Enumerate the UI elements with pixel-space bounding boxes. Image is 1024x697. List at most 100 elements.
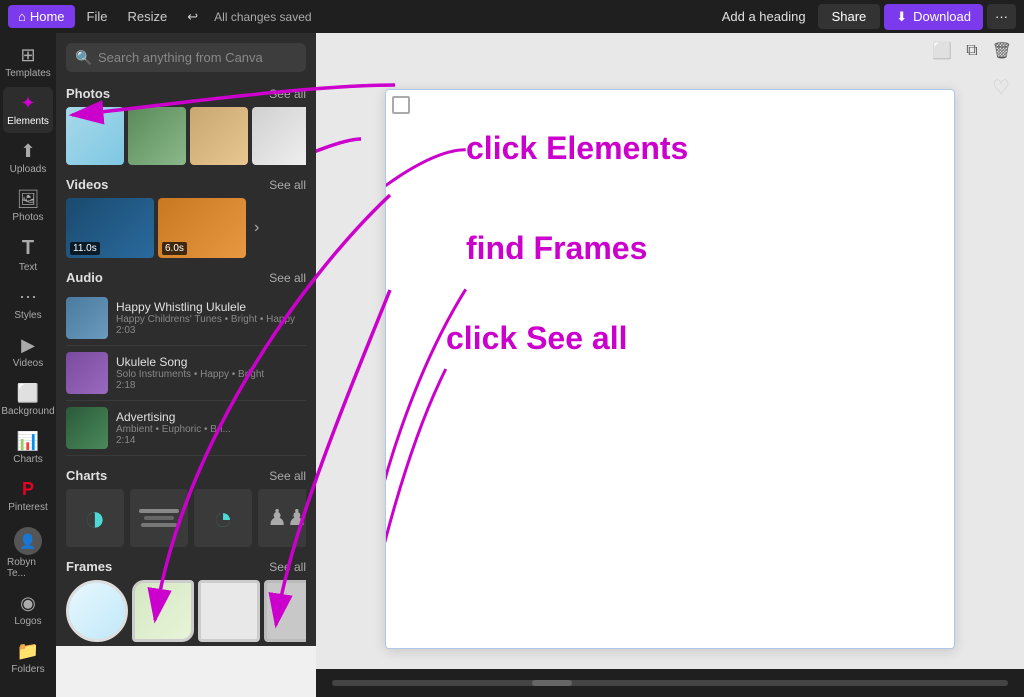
home-button[interactable]: ⌂ Home [8, 5, 75, 28]
sidebar-label-videos: Videos [13, 358, 43, 369]
photo-thumb-3[interactable] [190, 107, 248, 165]
audio-item-1[interactable]: Happy Whistling Ukulele Happy Childrens'… [66, 291, 306, 346]
frame-thumb-2[interactable] [132, 580, 194, 642]
canvas-page[interactable]: click Elements find Frames click See all [385, 89, 955, 649]
canvas-page-checkbox[interactable] [392, 96, 410, 114]
panel-wrapper: 🔍 Photos See all › [56, 33, 316, 697]
annotation-arrows-svg [386, 90, 954, 648]
canvas-export-button[interactable]: ⬜ [928, 39, 956, 63]
audio-title-1: Happy Whistling Ukulele [116, 300, 306, 314]
file-button[interactable]: File [79, 5, 116, 28]
sidebar-item-photos[interactable]: 🖼 Photos [3, 183, 53, 229]
videos-icon: ▶ [21, 335, 35, 356]
audio-item-2[interactable]: Ukulele Song Solo Instruments • Happy • … [66, 346, 306, 401]
scroll-thumb [532, 680, 572, 686]
sidebar-label-elements: Elements [7, 116, 49, 127]
audio-see-all[interactable]: See all [269, 271, 306, 285]
audio-title-3: Advertising [116, 410, 306, 424]
photos-see-all[interactable]: See all [269, 87, 306, 101]
sidebar-item-pinterest[interactable]: P Pinterest [3, 473, 53, 519]
undo-button[interactable]: ↩ [179, 5, 206, 29]
frames-section: Frames See all › [56, 551, 316, 646]
annotation-click-elements: click Elements [466, 130, 688, 167]
share-button[interactable]: Share [818, 4, 881, 29]
sidebar-item-text[interactable]: T Text [3, 231, 53, 279]
audio-thumb-1 [66, 297, 108, 339]
frames-see-all[interactable]: See all [269, 560, 306, 574]
sidebar-item-styles[interactable]: ⋯ Styles [3, 281, 53, 327]
sidebar-item-logos[interactable]: ◉ Logos [3, 587, 53, 633]
sidebar-label-robyn: Robyn Te... [7, 557, 49, 579]
frame-thumb-1[interactable] [66, 580, 128, 642]
videos-grid: 11.0s 6.0s › [66, 198, 306, 258]
chart-thumb-3[interactable]: ◔ [194, 489, 252, 547]
uploads-icon: ⬆ [20, 141, 35, 162]
add-heading-button[interactable]: Add a heading [714, 5, 814, 28]
videos-see-all[interactable]: See all [269, 178, 306, 192]
sidebar-label-text: Text [19, 262, 37, 273]
top-nav: ⌂ Home File Resize ↩ All changes saved A… [0, 0, 1024, 33]
videos-section-header: Videos See all [66, 177, 306, 192]
video-thumb-2[interactable]: 6.0s [158, 198, 246, 258]
photos-grid: › [66, 107, 306, 165]
search-input[interactable] [66, 43, 306, 72]
sidebar-item-templates[interactable]: ⊞ Templates [3, 39, 53, 85]
sidebar-label-logos: Logos [14, 616, 41, 627]
download-button[interactable]: ⬇ Download [884, 4, 983, 30]
logos-icon: ◉ [20, 593, 36, 614]
frame-thumb-4[interactable] [264, 580, 306, 642]
main-layout: ⊞ Templates ✦ Elements ⬆ Uploads 🖼 Photo… [0, 33, 1024, 697]
icon-sidebar: ⊞ Templates ✦ Elements ⬆ Uploads 🖼 Photo… [0, 33, 56, 697]
frames-grid: › [66, 580, 306, 642]
charts-section: Charts See all ◑ ◔ ♟ [56, 460, 316, 551]
photo-thumb-4[interactable] [252, 107, 306, 165]
sidebar-item-videos[interactable]: ▶ Videos [3, 329, 53, 375]
chart-thumb-2[interactable] [130, 489, 188, 547]
audio-duration-1: 2:03 [116, 325, 306, 336]
sidebar-item-robyn[interactable]: 👤 Robyn Te... [3, 521, 53, 585]
canvas-delete-button[interactable]: 🗑 [988, 39, 1016, 63]
sidebar-item-elements[interactable]: ✦ Elements [3, 87, 53, 133]
photo-thumb-2[interactable] [128, 107, 186, 165]
audio-item-3[interactable]: Advertising Ambient • Euphoric • Bri... … [66, 401, 306, 456]
save-status: All changes saved [214, 10, 311, 24]
sidebar-label-photos: Photos [12, 212, 43, 223]
styles-icon: ⋯ [19, 287, 37, 308]
chart-thumb-4[interactable]: ♟♟ [258, 489, 306, 547]
sidebar-label-background: Background [1, 406, 54, 417]
videos-next-icon[interactable]: › [250, 198, 263, 258]
sidebar-item-background[interactable]: ⬜ Background [3, 377, 53, 423]
video-duration-1: 11.0s [70, 242, 100, 255]
download-icon: ⬇ [896, 9, 907, 25]
sidebar-item-charts[interactable]: 📊 Charts [3, 425, 53, 471]
background-icon: ⬜ [17, 383, 39, 404]
annotation-click-see-all: click See all [446, 320, 627, 357]
photo-thumb-1[interactable] [66, 107, 124, 165]
photos-section-header: Photos See all [66, 86, 306, 101]
audio-section: Audio See all Happy Whistling Ukulele Ha… [56, 262, 316, 460]
video-duration-2: 6.0s [162, 242, 187, 255]
canvas-duplicate-button[interactable]: ⧉ [962, 39, 981, 63]
audio-thumb-2 [66, 352, 108, 394]
audio-meta-1: Happy Childrens' Tunes • Bright • Happy [116, 314, 306, 325]
pinterest-icon: P [22, 479, 34, 500]
frames-section-header: Frames See all [66, 559, 306, 574]
horizontal-scrollbar[interactable] [332, 680, 1008, 686]
audio-section-header: Audio See all [66, 270, 306, 285]
canvas-area: ⬜ ⧉ 🗑 ♡ click Elements find Frames click… [316, 33, 1024, 697]
more-options-button[interactable]: ··· [987, 4, 1016, 29]
video-thumb-1[interactable]: 11.0s [66, 198, 154, 258]
frame-thumb-3[interactable] [198, 580, 260, 642]
audio-meta-3: Ambient • Euphoric • Bri... [116, 424, 306, 435]
canvas-heart-button[interactable]: ♡ [992, 75, 1010, 100]
sidebar-item-uploads[interactable]: ⬆ Uploads [3, 135, 53, 181]
audio-info-1: Happy Whistling Ukulele Happy Childrens'… [116, 300, 306, 336]
charts-see-all[interactable]: See all [269, 469, 306, 483]
text-icon: T [22, 237, 34, 260]
chart-icon-3: ◔ [213, 500, 232, 537]
chart-thumb-1[interactable]: ◑ [66, 489, 124, 547]
home-label: Home [30, 9, 65, 24]
sidebar-item-folders[interactable]: 📁 Folders [3, 635, 53, 681]
annotation-layer: click Elements find Frames click See all [386, 90, 954, 648]
resize-button[interactable]: Resize [120, 5, 176, 28]
